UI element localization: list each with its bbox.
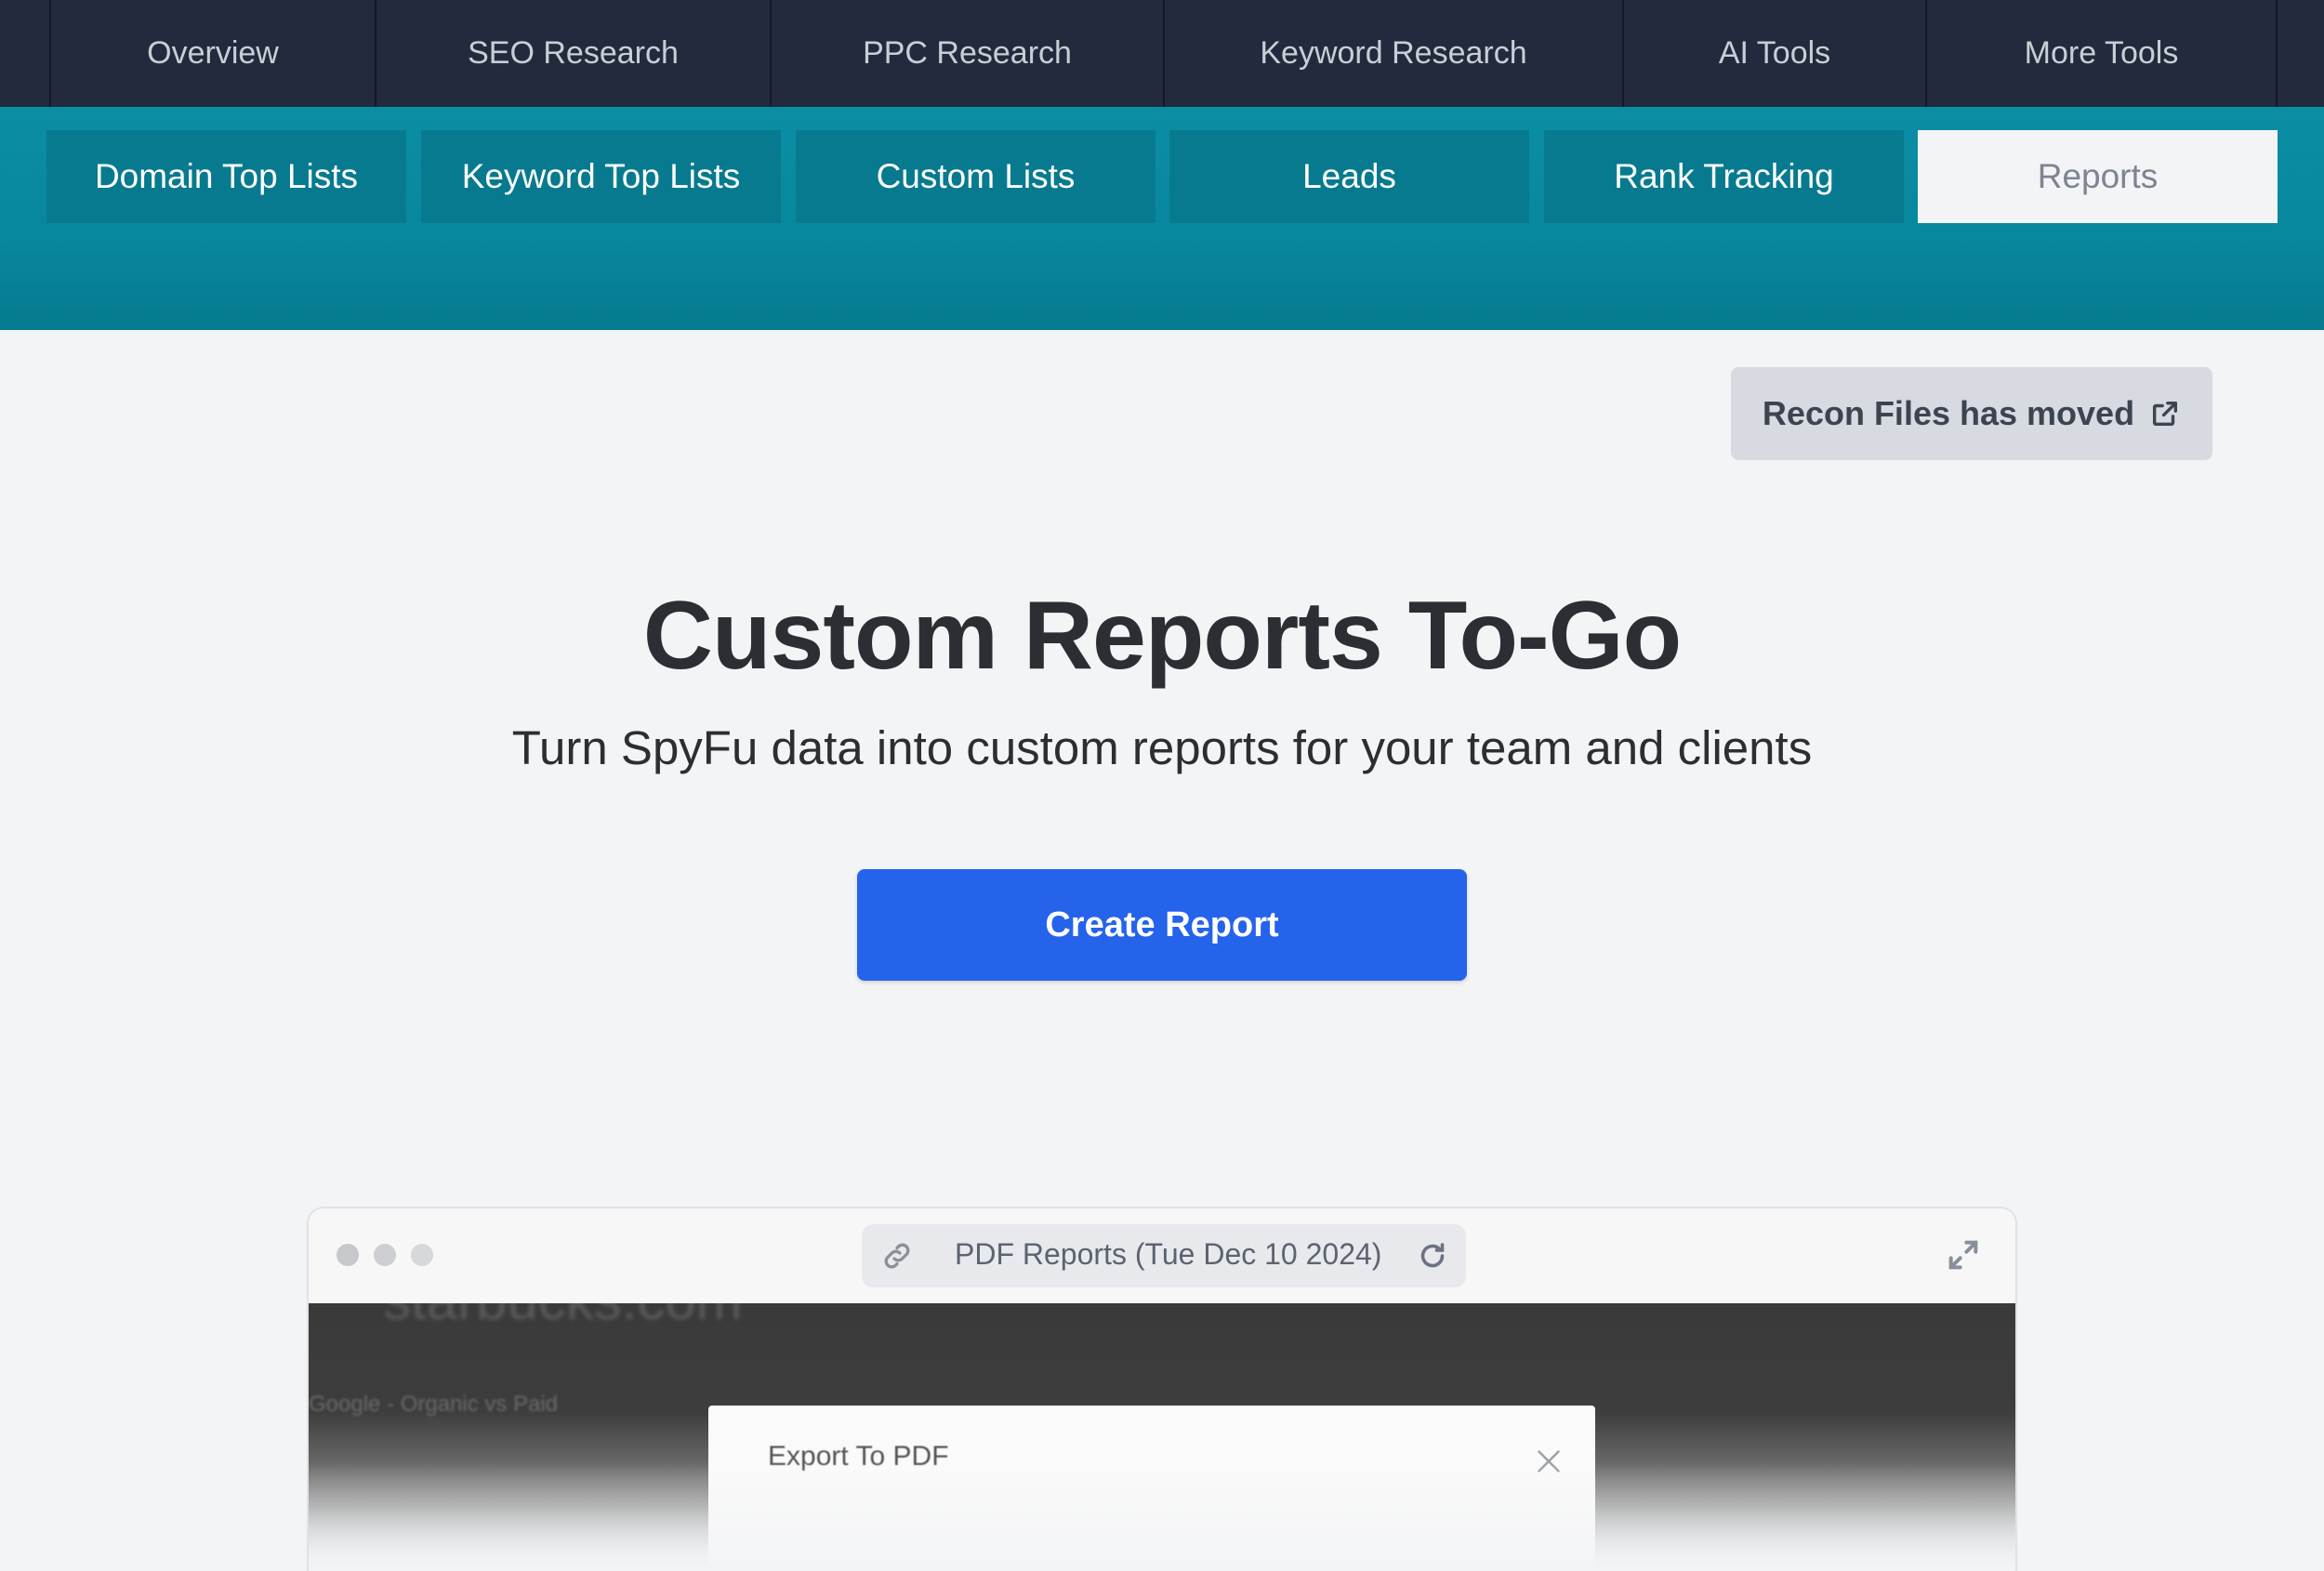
mock-title-bar: PDF Reports (Tue Dec 10 2024) [309, 1208, 2015, 1303]
nav-item-keyword-research[interactable]: Keyword Research [1165, 0, 1624, 107]
browser-mock-preview: PDF Reports (Tue Dec 10 2024) starbucks.… [307, 1207, 2017, 1571]
sub-tabs: Domain Top Lists Keyword Top Lists Custo… [0, 130, 2324, 223]
external-link-icon [2153, 401, 2178, 427]
window-dot-icon [337, 1244, 359, 1266]
bottom-fade [309, 1461, 2015, 1571]
window-dot-icon [411, 1244, 433, 1266]
link-icon [884, 1243, 910, 1269]
mock-report-content: starbucks.com Google - Organic vs Paid E… [309, 1303, 2015, 1571]
recon-files-button[interactable]: Recon Files has moved [1731, 367, 2212, 460]
nav-item-overview[interactable]: Overview [51, 0, 376, 107]
blurred-chart-label: Google - Organic vs Paid [309, 1392, 559, 1417]
tab-keyword-top-lists[interactable]: Keyword Top Lists [421, 130, 781, 223]
tab-leads[interactable]: Leads [1169, 130, 1529, 223]
window-dot-icon [374, 1244, 396, 1266]
nav-item-seo-research[interactable]: SEO Research [376, 0, 772, 107]
nav-item-ppc-research[interactable]: PPC Research [772, 0, 1165, 107]
reload-icon [1420, 1243, 1445, 1268]
nav-item-ai-tools[interactable]: AI Tools [1624, 0, 1927, 107]
tab-rank-tracking[interactable]: Rank Tracking [1544, 130, 1904, 223]
recon-files-label: Recon Files has moved [1762, 394, 2135, 432]
page-subtitle: Turn SpyFu data into custom reports for … [511, 721, 1813, 774]
page-title: Custom Reports To-Go [642, 582, 1682, 690]
top-nav: Overview SEO Research PPC Research Keywo… [0, 0, 2324, 107]
tab-custom-lists[interactable]: Custom Lists [796, 130, 1155, 223]
tab-reports[interactable]: Reports [1918, 130, 2278, 223]
tab-domain-top-lists[interactable]: Domain Top Lists [46, 130, 406, 223]
blurred-domain-text: starbucks.com [383, 1303, 743, 1332]
address-bar: PDF Reports (Tue Dec 10 2024) [862, 1224, 1466, 1287]
expand-icon [1948, 1240, 1978, 1270]
create-report-button[interactable]: Create Report [857, 869, 1467, 981]
nav-edge [0, 0, 51, 107]
nav-item-more-tools[interactable]: More Tools [1927, 0, 2278, 107]
address-text: PDF Reports (Tue Dec 10 2024) [955, 1237, 1382, 1271]
